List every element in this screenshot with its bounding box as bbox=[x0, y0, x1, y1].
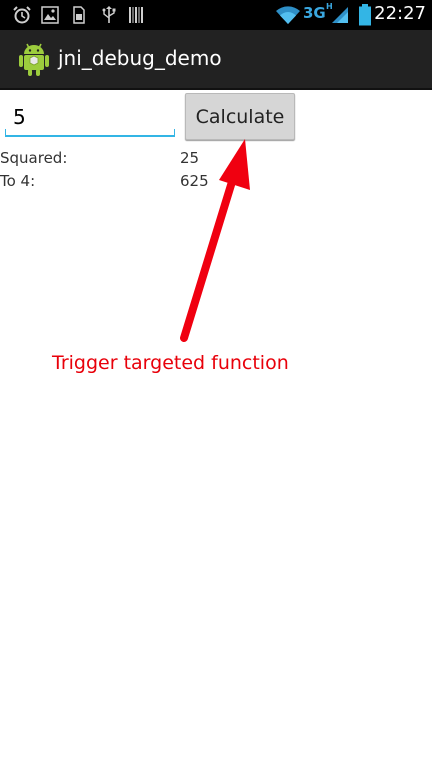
annotation-text: Trigger targeted function bbox=[52, 352, 289, 374]
annotation-arrow-icon bbox=[180, 139, 250, 342]
